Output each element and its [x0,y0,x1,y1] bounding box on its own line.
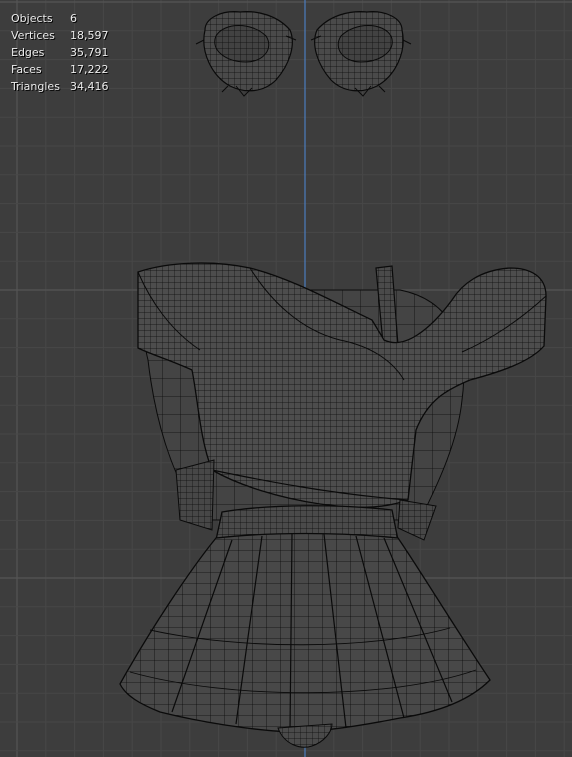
3d-viewport[interactable]: Objects 6 Vertices 18,597 Edges 35,791 Faces 17… [0,0,572,757]
stat-value: 17,222 [70,63,109,76]
stat-label: Edges [11,46,45,59]
mesh-wireframe [119,11,547,748]
stat-label: Vertices [11,29,55,42]
stat-row-faces: Faces 17,222 [11,61,109,78]
stat-row-vertices: Vertices 18,597 [11,27,109,44]
stat-row-edges: Edges 35,791 [11,44,109,61]
stat-value: 6 [70,12,77,25]
mesh-accessory-right [310,11,412,97]
mesh-bottom-piece [277,723,333,748]
statistics-overlay: Objects 6 Vertices 18,597 Edges 35,791 Faces 17… [11,10,109,95]
stat-row-triangles: Triangles 34,416 [11,78,109,95]
stat-label: Faces [11,63,42,76]
stat-row-objects: Objects 6 [11,10,109,27]
mesh-accessory-left [195,11,297,97]
stat-value: 35,791 [70,46,109,59]
stat-value: 18,597 [70,29,109,42]
stat-label: Triangles [11,80,60,93]
stat-label: Objects [11,12,53,25]
stat-value: 34,416 [70,80,109,93]
mesh-skirt [119,532,491,733]
